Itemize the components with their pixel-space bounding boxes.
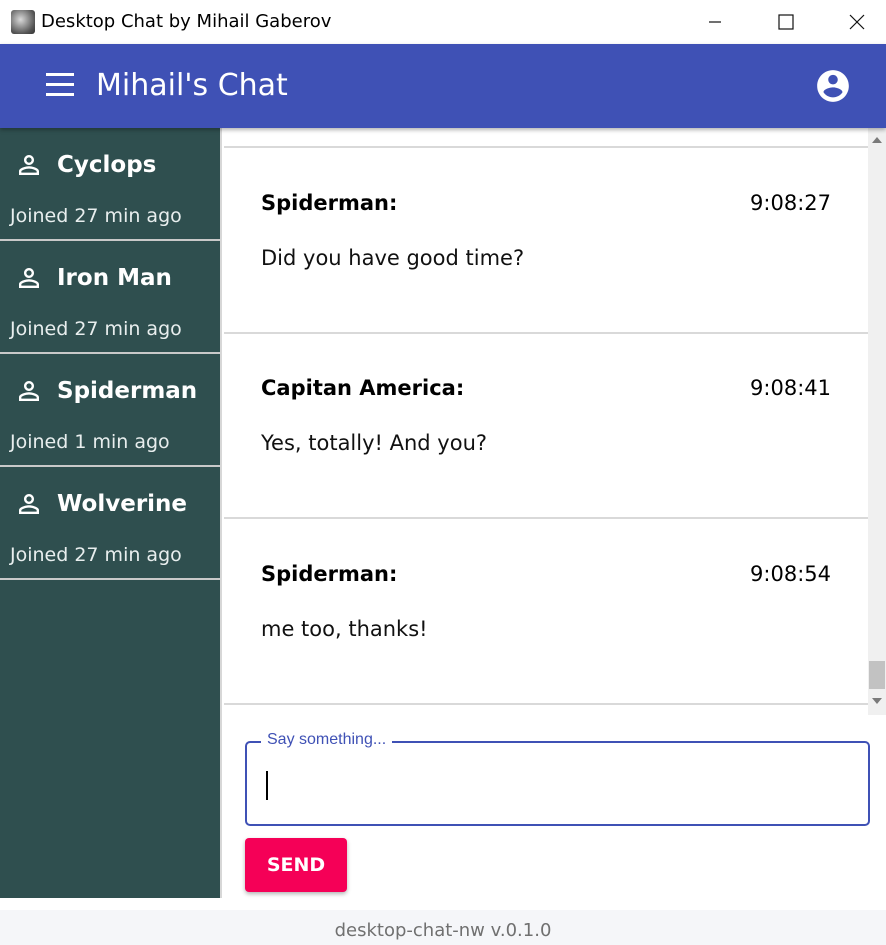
app-icon — [11, 10, 35, 34]
version-label: desktop-chat-nw v.0.1.0 — [334, 920, 552, 941]
window-title: Desktop Chat by Mihail Gaberov — [41, 11, 332, 32]
person-outline-icon — [19, 494, 39, 514]
minimize-button[interactable] — [680, 0, 750, 44]
message-text: Did you have good time? — [261, 246, 525, 270]
message-author: Spiderman: — [261, 562, 398, 586]
close-button[interactable] — [822, 0, 886, 44]
message-text: Yes, totally! And you? — [261, 431, 488, 455]
message-input[interactable]: Say something... — [245, 731, 870, 826]
person-outline-icon — [19, 268, 39, 288]
user-joined-time: Joined 1 min ago — [10, 431, 170, 453]
user-joined-time: Joined 27 min ago — [10, 318, 182, 340]
send-button[interactable]: SEND — [245, 838, 347, 892]
message-time: 9:08:41 — [750, 376, 831, 400]
user-name: Cyclops — [57, 152, 157, 178]
person-outline-icon — [19, 155, 39, 175]
user-item[interactable]: Cyclops Joined 27 min ago — [0, 128, 220, 241]
maximize-button[interactable] — [751, 0, 821, 44]
user-name: Spiderman — [57, 378, 198, 404]
menu-button[interactable] — [44, 73, 76, 99]
message-author: Capitan America: — [261, 376, 465, 400]
account-circle-icon — [817, 70, 849, 102]
user-joined-time: Joined 27 min ago — [10, 205, 182, 227]
maximize-icon — [778, 14, 794, 30]
user-item[interactable]: Spiderman Joined 1 min ago — [0, 354, 220, 467]
scrollbar-thumb[interactable] — [869, 661, 885, 689]
message-item: Spiderman: 9:08:54 me too, thanks! — [224, 519, 868, 703]
window-titlebar: Desktop Chat by Mihail Gaberov — [0, 0, 886, 44]
users-sidebar: Cyclops Joined 27 min ago Iron Man Joine… — [0, 128, 222, 898]
app-bar: Mihail's Chat — [0, 44, 886, 128]
footer: desktop-chat-nw v.0.1.0 — [0, 910, 886, 945]
user-name: Wolverine — [57, 491, 188, 517]
message-item: Spiderman: 9:08:27 Did you have good tim… — [224, 148, 868, 334]
user-item[interactable]: Iron Man Joined 27 min ago — [0, 241, 220, 354]
scroll-up-icon[interactable] — [872, 137, 882, 143]
account-button[interactable] — [814, 67, 852, 105]
text-cursor — [266, 771, 268, 800]
scroll-down-icon[interactable] — [872, 698, 882, 704]
message-author: Spiderman: — [261, 191, 398, 215]
messages-list[interactable]: Spiderman: 9:08:27 Did you have good tim… — [224, 128, 868, 703]
message-text: me too, thanks! — [261, 617, 428, 641]
messages-scrollbar[interactable] — [868, 128, 886, 715]
message-input-label: Say something... — [261, 731, 393, 749]
user-name: Iron Man — [57, 265, 172, 291]
message-item: Capitan America: 9:08:41 Yes, totally! A… — [224, 333, 868, 519]
user-item[interactable]: Wolverine Joined 27 min ago — [0, 467, 220, 580]
close-icon — [849, 14, 865, 30]
message-time: 9:08:54 — [750, 562, 831, 586]
app-title: Mihail's Chat — [96, 68, 288, 103]
minimize-icon — [709, 21, 721, 23]
divider — [224, 703, 868, 705]
hamburger-icon — [44, 73, 76, 96]
person-outline-icon — [19, 381, 39, 401]
message-time: 9:08:27 — [750, 191, 831, 215]
user-joined-time: Joined 27 min ago — [10, 544, 182, 566]
